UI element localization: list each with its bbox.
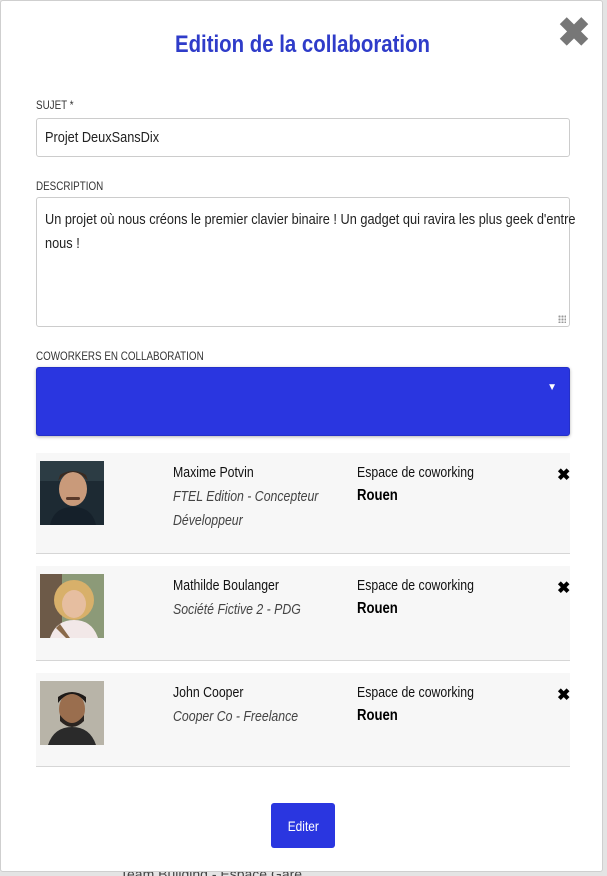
coworker-name: John Cooper	[173, 684, 244, 701]
coworker-row: John Cooper Cooper Co - Freelance Espace…	[36, 673, 570, 767]
coworking-city: Rouen	[357, 487, 398, 504]
subject-input[interactable]: Projet DeuxSansDix	[36, 118, 570, 157]
coworkers-select[interactable]: ▼	[36, 367, 570, 436]
avatar	[40, 574, 104, 638]
coworkers-label: COWORKERS EN COLLABORATION	[36, 349, 204, 363]
submit-button-label: Editer	[287, 817, 319, 834]
edit-collaboration-modal: ✖ Edition de la collaboration SUJET * Pr…	[0, 0, 603, 872]
description-line: Un projet où nous créons le premier clav…	[45, 211, 576, 228]
caret-down-icon: ▼	[547, 382, 557, 393]
coworking-space-label: Espace de coworking	[357, 684, 474, 701]
description-line: nous !	[45, 235, 80, 252]
coworker-company: Cooper Co - Freelance	[173, 708, 299, 725]
coworker-company: FTEL Edition - Concepteur	[173, 488, 319, 505]
coworker-name: Maxime Potvin	[173, 464, 254, 481]
subject-value: Projet DeuxSansDix	[45, 129, 160, 146]
description-label: DESCRIPTION	[36, 179, 104, 193]
resize-grip-icon[interactable]	[558, 315, 566, 323]
coworking-space-label: Espace de coworking	[357, 577, 474, 594]
close-x-icon[interactable]: ✖	[557, 13, 591, 53]
coworker-row: Mathilde Boulanger Société Fictive 2 - P…	[36, 566, 570, 661]
remove-x-icon[interactable]: ✖	[557, 578, 570, 598]
coworking-city: Rouen	[357, 600, 398, 617]
remove-x-icon[interactable]: ✖	[557, 465, 570, 485]
subject-label: SUJET *	[36, 98, 74, 112]
submit-button[interactable]: Editer	[271, 803, 335, 848]
coworking-city: Rouen	[357, 707, 398, 724]
modal-title: Edition de la collaboration	[174, 31, 431, 58]
coworker-row: Maxime Potvin FTEL Edition - Concepteur …	[36, 453, 570, 554]
coworker-name: Mathilde Boulanger	[173, 577, 279, 594]
description-textarea[interactable]: Un projet où nous créons le premier clav…	[36, 197, 576, 327]
avatar	[40, 681, 104, 745]
coworker-company: Développeur	[173, 512, 243, 529]
coworking-space-label: Espace de coworking	[357, 464, 474, 481]
remove-x-icon[interactable]: ✖	[557, 685, 570, 705]
avatar	[40, 461, 104, 525]
coworker-company: Société Fictive 2 - PDG	[173, 601, 301, 618]
required-mark: *	[69, 98, 74, 112]
